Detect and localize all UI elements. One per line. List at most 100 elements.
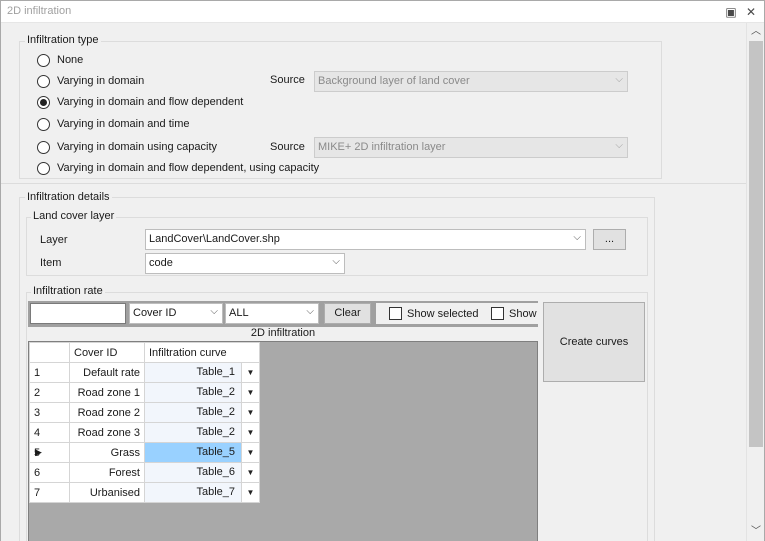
cover-id-cell[interactable]: Grass (69, 442, 145, 463)
row-number[interactable]: 7 (29, 482, 70, 503)
source-select-1[interactable]: Background layer of land cover ⌵ (314, 71, 628, 92)
radio-domain-time-button[interactable] (37, 117, 50, 131)
row-header-corner (29, 342, 70, 363)
radio-none[interactable]: None (37, 52, 83, 68)
restore-icon[interactable]: ▣ (723, 4, 739, 20)
source-select-2[interactable]: MIKE+ 2D infiltration layer ⌵ (314, 137, 628, 158)
radio-flow-capacity-label: Varying in domain and flow dependent, us… (57, 162, 320, 174)
radio-varying-domain-button[interactable] (37, 74, 50, 88)
source-label-1: Source (270, 74, 305, 86)
cover-id-cell[interactable]: Road zone 2 (69, 402, 145, 423)
item-select[interactable]: code ⌵ (145, 253, 345, 274)
chevron-down-icon: ⌵ (615, 74, 623, 85)
radio-flow-dependent-label: Varying in domain and flow dependent (57, 96, 244, 108)
filter-field-select[interactable]: Cover ID ⌵ (129, 303, 223, 324)
radio-flow-dependent[interactable]: Varying in domain and flow dependent (37, 94, 243, 110)
radio-flow-capacity-button[interactable] (37, 161, 50, 175)
row-number[interactable]: 2 (29, 382, 70, 403)
show-selected-checkbox[interactable] (389, 307, 402, 320)
dropdown-icon[interactable]: ▼ (241, 463, 259, 482)
filter-field-value: Cover ID (133, 307, 177, 319)
table-row[interactable]: 6 Forest Table_6 ▼ (29, 462, 260, 483)
infiltration-rate-title: Infiltration rate (31, 285, 105, 297)
dropdown-icon[interactable]: ▼ (241, 383, 259, 402)
dropdown-icon[interactable]: ▼ (241, 483, 259, 502)
cover-id-cell[interactable]: Urbanised (69, 482, 145, 503)
curve-cell[interactable]: Table_2 ▼ (144, 422, 260, 443)
grid-caption: 2D infiltration (28, 327, 538, 341)
radio-capacity-label: Varying in domain using capacity (57, 141, 217, 153)
dropdown-icon[interactable]: ▼ (241, 363, 259, 382)
curve-value: Table_7 (196, 486, 235, 498)
column-header-infiltration-curve[interactable]: Infiltration curve (144, 342, 260, 363)
radio-none-button[interactable] (37, 53, 50, 67)
row-number[interactable]: 6 (29, 462, 70, 483)
curve-cell[interactable]: Table_2 ▼ (144, 402, 260, 423)
curve-cell[interactable]: Table_2 ▼ (144, 382, 260, 403)
land-cover-title: Land cover layer (31, 210, 117, 222)
cover-id-cell[interactable]: Road zone 3 (69, 422, 145, 443)
dropdown-icon[interactable]: ▼ (241, 443, 259, 462)
radio-varying-domain-label: Varying in domain (57, 75, 145, 87)
show-checkbox[interactable] (491, 307, 504, 320)
cover-id-cell[interactable]: Road zone 1 (69, 382, 145, 403)
row-number[interactable]: ▶ 5 (29, 442, 70, 463)
curve-value: Table_5 (196, 446, 235, 458)
dropdown-icon[interactable]: ▼ (241, 403, 259, 422)
radio-flow-capacity[interactable]: Varying in domain and flow dependent, us… (37, 160, 319, 176)
content-area: Infiltration type None Varying in domain… (1, 23, 746, 541)
section-divider (1, 183, 746, 184)
curve-cell[interactable]: Table_7 ▼ (144, 482, 260, 503)
curve-cell[interactable]: Table_1 ▼ (144, 362, 260, 383)
close-icon[interactable]: ✕ (743, 4, 759, 20)
layer-select[interactable]: LandCover\LandCover.shp ⌵ (145, 229, 586, 250)
item-select-value: code (149, 257, 173, 269)
table-row[interactable]: 4 Road zone 3 Table_2 ▼ (29, 422, 260, 443)
infiltration-table: Cover ID Infiltration curve 1 Default ra… (29, 342, 260, 503)
table-row[interactable]: 3 Road zone 2 Table_2 ▼ (29, 402, 260, 423)
table-row[interactable]: 7 Urbanised Table_7 ▼ (29, 482, 260, 503)
scroll-down-icon[interactable]: ﹀ (747, 525, 765, 539)
infiltration-grid: Cover ID Infiltration curve 1 Default ra… (28, 341, 538, 541)
radio-domain-time-label: Varying in domain and time (57, 118, 190, 130)
scroll-up-icon[interactable]: ︿ (747, 25, 765, 39)
table-row[interactable]: 2 Road zone 1 Table_2 ▼ (29, 382, 260, 403)
chevron-down-icon: ⌵ (306, 306, 314, 317)
filter-input[interactable] (30, 303, 126, 324)
curve-value: Table_2 (196, 386, 235, 398)
table-row[interactable]: 1 Default rate Table_1 ▼ (29, 362, 260, 383)
curve-cell[interactable]: Table_5 ▼ (144, 442, 260, 463)
browse-button[interactable]: ... (593, 229, 626, 250)
curve-cell[interactable]: Table_6 ▼ (144, 462, 260, 483)
cover-id-cell[interactable]: Forest (69, 462, 145, 483)
vertical-scrollbar[interactable]: ︿ ﹀ (746, 23, 764, 541)
row-number[interactable]: 3 (29, 402, 70, 423)
cover-id-cell[interactable]: Default rate (69, 362, 145, 383)
source-select-1-value: Background layer of land cover (318, 75, 470, 87)
filter-scope-value: ALL (229, 307, 249, 319)
radio-capacity-button[interactable] (37, 140, 50, 154)
curve-value: Table_1 (196, 366, 235, 378)
row-number[interactable]: 1 (29, 362, 70, 383)
scrollbar-thumb[interactable] (749, 41, 763, 447)
column-header-cover-id[interactable]: Cover ID (69, 342, 145, 363)
source-select-2-value: MIKE+ 2D infiltration layer (318, 141, 446, 153)
row-pointer-icon: ▶ (35, 447, 42, 457)
radio-capacity[interactable]: Varying in domain using capacity (37, 139, 217, 155)
radio-varying-domain[interactable]: Varying in domain (37, 73, 144, 89)
window: 2D infiltration ▣ ✕ Infiltration type No… (0, 0, 765, 541)
radio-flow-dependent-button[interactable] (37, 95, 50, 109)
radio-domain-time[interactable]: Varying in domain and time (37, 116, 189, 132)
dropdown-icon[interactable]: ▼ (241, 423, 259, 442)
show-selected-label: Show selected (407, 308, 479, 320)
clear-button[interactable]: Clear (324, 303, 371, 324)
chevron-down-icon: ⌵ (573, 232, 581, 243)
create-curves-button[interactable]: Create curves (543, 302, 645, 382)
title-bar: 2D infiltration ▣ ✕ (1, 1, 764, 23)
table-row-selected[interactable]: ▶ 5 Grass Table_5 ▼ (29, 442, 260, 463)
window-title: 2D infiltration (7, 5, 72, 17)
filter-scope-select[interactable]: ALL ⌵ (225, 303, 319, 324)
curve-value: Table_2 (196, 406, 235, 418)
row-number[interactable]: 4 (29, 422, 70, 443)
item-label: Item (40, 257, 62, 269)
